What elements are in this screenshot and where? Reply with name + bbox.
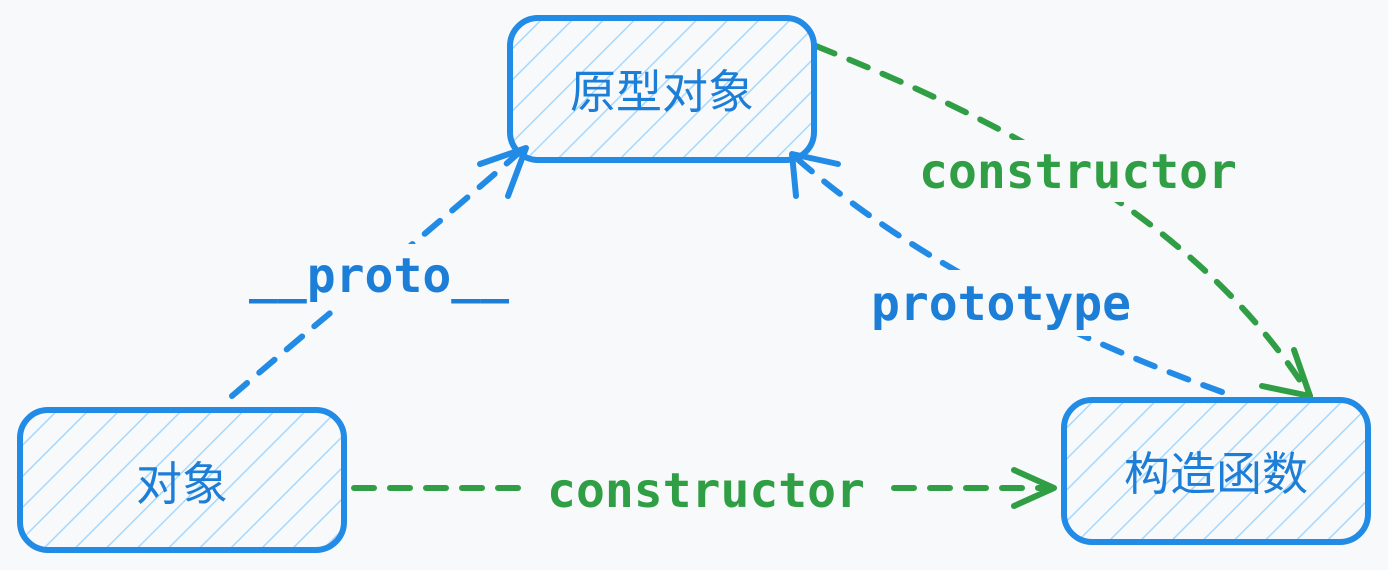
edge-label-constructor-bottom-group: constructor [524,460,888,520]
edge-label-constructor-bottom: constructor [547,463,865,519]
diagram-canvas: 原型对象 对象 构造函数 __proto__ prototype constru… [0,0,1388,570]
node-label-constructor-function: 构造函数 [1124,447,1308,501]
diagram-svg: 原型对象 对象 构造函数 __proto__ prototype constru… [17,15,1371,553]
edge-label-constructor-top-group: constructor [896,140,1260,202]
node-constructor-function[interactable]: 构造函数 [1061,397,1371,545]
node-label-prototype-object: 原型对象 [570,65,754,119]
node-label-object: 对象 [136,457,228,511]
edge-prototype-to-function [813,43,1313,399]
node-prototype-object[interactable]: 原型对象 [507,15,817,163]
node-object[interactable]: 对象 [17,407,347,553]
edge-label-prototype-group: prototype [852,270,1150,336]
edge-label-constructor-top: constructor [919,144,1237,200]
edge-label-proto: __proto__ [249,248,509,304]
edge-label-prototype: prototype [871,276,1131,332]
edge-label-proto-group: __proto__ [236,244,522,306]
arrowhead-icon [1259,347,1313,399]
